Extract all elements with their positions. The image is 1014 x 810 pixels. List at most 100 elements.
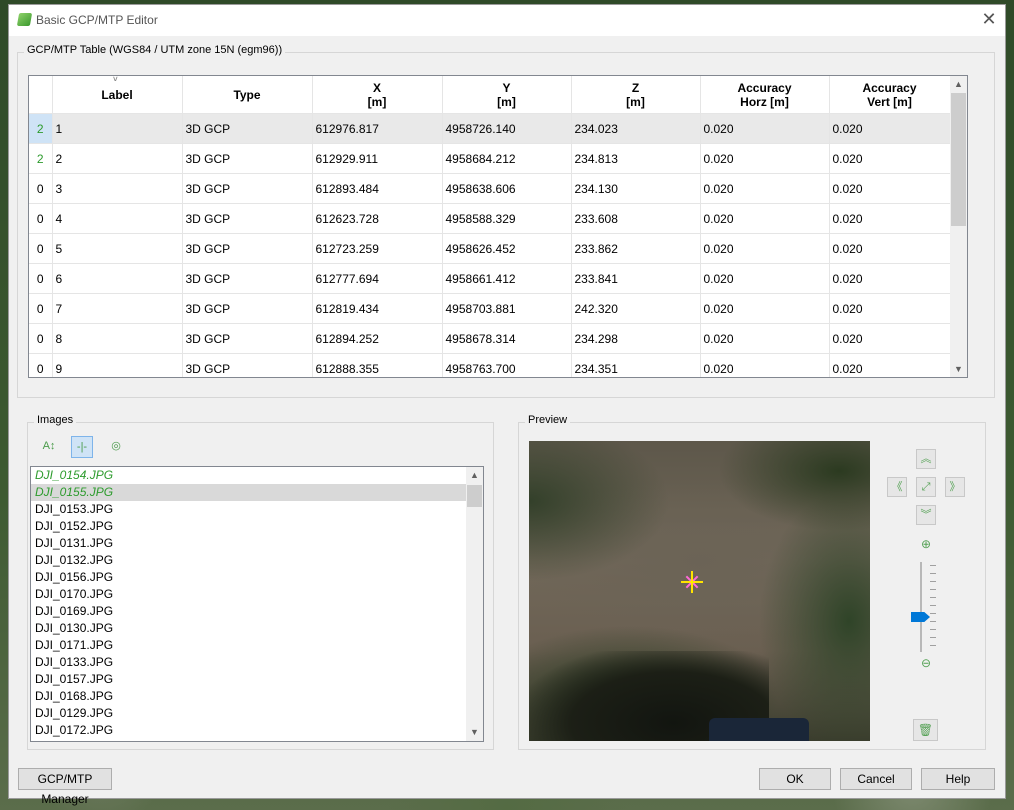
cell-type[interactable]: 3D GCP bbox=[182, 143, 313, 174]
cell-x[interactable]: 612723.259 bbox=[312, 233, 443, 264]
cell-label[interactable]: 9 bbox=[52, 353, 183, 377]
cell-ah[interactable]: 0.020 bbox=[700, 113, 830, 144]
cell-type[interactable]: 3D GCP bbox=[182, 173, 313, 204]
show-marked-images-icon[interactable]: -|- bbox=[71, 436, 93, 458]
cell-type[interactable]: 3D GCP bbox=[182, 353, 313, 377]
table-row[interactable]: 0 4 3D GCP 612623.728 4958588.329 233.608 0.02… bbox=[29, 203, 951, 234]
list-item[interactable]: DJI_0171.JPG bbox=[31, 637, 483, 654]
list-item[interactable]: DJI_0130.JPG bbox=[31, 620, 483, 637]
cell-label[interactable]: 2 bbox=[52, 143, 183, 174]
cell-y[interactable]: 4958726.140 bbox=[442, 113, 572, 144]
zoom-slider-track[interactable] bbox=[920, 562, 922, 652]
show-all-images-icon[interactable]: ◎ bbox=[105, 436, 127, 458]
scroll-down-icon[interactable]: ▼ bbox=[466, 724, 483, 741]
list-item[interactable]: DJI_0131.JPG bbox=[31, 535, 483, 552]
cancel-button[interactable]: Cancel bbox=[840, 768, 912, 790]
cell-av[interactable]: 0.020 bbox=[829, 173, 951, 204]
pan-left-icon[interactable]: 《 bbox=[887, 477, 907, 497]
cell-ah[interactable]: 0.020 bbox=[700, 323, 830, 354]
cell-av[interactable]: 0.020 bbox=[829, 353, 951, 377]
cell-x[interactable]: 612819.434 bbox=[312, 293, 443, 324]
gcp-table[interactable]: ˅ Label Type X [m] Y [m] Z [m] Accuracy Horz [m] Ac… bbox=[28, 75, 968, 378]
cell-y[interactable]: 4958661.412 bbox=[442, 263, 572, 294]
table-row[interactable]: 0 6 3D GCP 612777.694 4958661.412 233.841 0.02… bbox=[29, 263, 951, 294]
cell-av[interactable]: 0.020 bbox=[829, 113, 951, 144]
table-scroll-thumb[interactable] bbox=[951, 93, 966, 226]
cell-y[interactable]: 4958684.212 bbox=[442, 143, 572, 174]
list-item[interactable]: DJI_0157.JPG bbox=[31, 671, 483, 688]
cell-y[interactable]: 4958678.314 bbox=[442, 323, 572, 354]
zoom-out-icon[interactable]: ⊖ bbox=[919, 656, 933, 670]
cell-ah[interactable]: 0.020 bbox=[700, 293, 830, 324]
cell-x[interactable]: 612888.355 bbox=[312, 353, 443, 377]
list-item[interactable]: DJI_0133.JPG bbox=[31, 654, 483, 671]
cell-label[interactable]: 5 bbox=[52, 233, 183, 264]
cell-av[interactable]: 0.020 bbox=[829, 203, 951, 234]
cell-av[interactable]: 0.020 bbox=[829, 143, 951, 174]
cell-ah[interactable]: 0.020 bbox=[700, 203, 830, 234]
cell-x[interactable]: 612623.728 bbox=[312, 203, 443, 234]
gcp-manager-button[interactable]: GCP/MTP Manager bbox=[18, 768, 112, 806]
table-row[interactable]: 0 3 3D GCP 612893.484 4958638.606 234.130 0.02… bbox=[29, 173, 951, 204]
cell-z[interactable]: 233.608 bbox=[571, 203, 701, 234]
cell-y[interactable]: 4958626.452 bbox=[442, 233, 572, 264]
cell-z[interactable]: 233.841 bbox=[571, 263, 701, 294]
scroll-up-icon[interactable]: ▲ bbox=[466, 467, 483, 484]
table-row[interactable]: 0 8 3D GCP 612894.252 4958678.314 234.298 0.02… bbox=[29, 323, 951, 354]
table-row[interactable]: 2 2 3D GCP 612929.911 4958684.212 234.813 0.02… bbox=[29, 143, 951, 174]
gcp-marker-icon[interactable] bbox=[681, 571, 703, 593]
cell-av[interactable]: 0.020 bbox=[829, 233, 951, 264]
cell-type[interactable]: 3D GCP bbox=[182, 323, 313, 354]
cell-type[interactable]: 3D GCP bbox=[182, 203, 313, 234]
pan-up-icon[interactable]: ︽ bbox=[916, 449, 936, 469]
cell-y[interactable]: 4958588.329 bbox=[442, 203, 572, 234]
list-item[interactable]: DJI_0168.JPG bbox=[31, 688, 483, 705]
cell-z[interactable]: 234.023 bbox=[571, 113, 701, 144]
column-header[interactable]: X [m] bbox=[312, 76, 443, 114]
table-row[interactable]: 0 5 3D GCP 612723.259 4958626.452 233.862 0.02… bbox=[29, 233, 951, 264]
image-list[interactable]: DJI_0154.JPG DJI_0155.JPG DJI_0153.JPG DJI_… bbox=[30, 466, 484, 742]
list-item[interactable]: DJI_0172.JPG bbox=[31, 722, 483, 739]
list-item[interactable]: DJI_0155.JPG bbox=[31, 484, 483, 501]
cell-x[interactable]: 612976.817 bbox=[312, 113, 443, 144]
cell-type[interactable]: 3D GCP bbox=[182, 293, 313, 324]
column-header[interactable]: Z [m] bbox=[571, 76, 701, 114]
list-item[interactable]: DJI_0153.JPG bbox=[31, 501, 483, 518]
cell-ah[interactable]: 0.020 bbox=[700, 143, 830, 174]
scroll-down-icon[interactable]: ▼ bbox=[950, 361, 967, 377]
cell-x[interactable]: 612929.911 bbox=[312, 143, 443, 174]
cell-z[interactable]: 233.862 bbox=[571, 233, 701, 264]
sort-az-icon[interactable]: A↕ bbox=[38, 436, 60, 458]
image-list-scrollbar[interactable]: ▲ ▼ bbox=[466, 467, 483, 741]
list-item[interactable]: DJI_0132.JPG bbox=[31, 552, 483, 569]
cell-label[interactable]: 8 bbox=[52, 323, 183, 354]
column-header[interactable]: Y [m] bbox=[442, 76, 572, 114]
column-header[interactable]: Type bbox=[182, 76, 313, 114]
cell-label[interactable]: 1 bbox=[52, 113, 183, 144]
table-scrollbar[interactable]: ▲ ▼ bbox=[950, 76, 967, 377]
cell-y[interactable]: 4958703.881 bbox=[442, 293, 572, 324]
cell-label[interactable]: 6 bbox=[52, 263, 183, 294]
list-item[interactable]: DJI_0129.JPG bbox=[31, 705, 483, 722]
pan-right-icon[interactable]: 》 bbox=[945, 477, 965, 497]
trash-icon[interactable]: 🗑 bbox=[913, 719, 938, 741]
cell-z[interactable]: 234.130 bbox=[571, 173, 701, 204]
list-item[interactable]: DJI_0154.JPG bbox=[31, 467, 483, 484]
column-header[interactable]: ˅ Label bbox=[52, 76, 183, 114]
cell-type[interactable]: 3D GCP bbox=[182, 233, 313, 264]
cell-z[interactable]: 242.320 bbox=[571, 293, 701, 324]
cell-label[interactable]: 7 bbox=[52, 293, 183, 324]
column-header[interactable]: Accuracy Vert [m] bbox=[829, 76, 951, 114]
cell-ah[interactable]: 0.020 bbox=[700, 353, 830, 377]
cell-type[interactable]: 3D GCP bbox=[182, 263, 313, 294]
cell-label[interactable]: 3 bbox=[52, 173, 183, 204]
cell-x[interactable]: 612893.484 bbox=[312, 173, 443, 204]
list-item[interactable]: DJI_0169.JPG bbox=[31, 603, 483, 620]
list-item[interactable]: DJI_0170.JPG bbox=[31, 586, 483, 603]
list-item[interactable]: DJI_0156.JPG bbox=[31, 569, 483, 586]
cell-ah[interactable]: 0.020 bbox=[700, 263, 830, 294]
cell-y[interactable]: 4958763.700 bbox=[442, 353, 572, 377]
cell-z[interactable]: 234.351 bbox=[571, 353, 701, 377]
ok-button[interactable]: OK bbox=[759, 768, 831, 790]
cell-av[interactable]: 0.020 bbox=[829, 263, 951, 294]
